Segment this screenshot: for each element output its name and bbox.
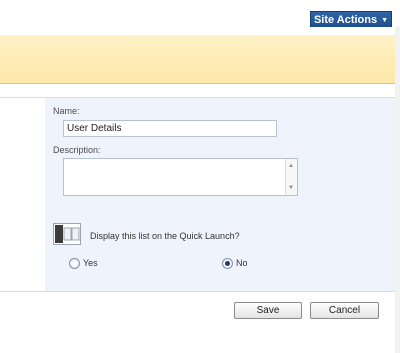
right-edge <box>395 27 400 353</box>
name-section-description <box>0 97 45 217</box>
name-label: Name: <box>53 106 80 116</box>
scroll-up-icon[interactable]: ▲ <box>288 163 294 169</box>
cancel-button[interactable]: Cancel <box>310 302 379 319</box>
site-actions-label: Site Actions <box>313 14 378 26</box>
yes-radio[interactable] <box>69 258 80 269</box>
quick-launch-icon <box>53 223 81 245</box>
scroll-down-icon[interactable]: ▼ <box>288 185 294 191</box>
yes-radio-label[interactable]: Yes <box>83 258 98 268</box>
save-button[interactable]: Save <box>234 302 302 319</box>
no-radio-label[interactable]: No <box>236 258 248 268</box>
navigation-section-fields <box>45 215 395 292</box>
description-label: Description: <box>53 145 101 155</box>
description-textarea[interactable]: ▲ ▼ <box>63 158 298 196</box>
page-banner <box>0 35 400 84</box>
navigation-section-description <box>0 215 45 292</box>
quick-launch-question: Display this list on the Quick Launch? <box>90 231 240 241</box>
name-input[interactable] <box>63 120 277 137</box>
no-radio[interactable] <box>222 258 233 269</box>
chevron-down-icon: ▼ <box>381 17 389 24</box>
description-scrollbar[interactable]: ▲ ▼ <box>285 159 297 195</box>
name-section-fields <box>45 97 395 217</box>
